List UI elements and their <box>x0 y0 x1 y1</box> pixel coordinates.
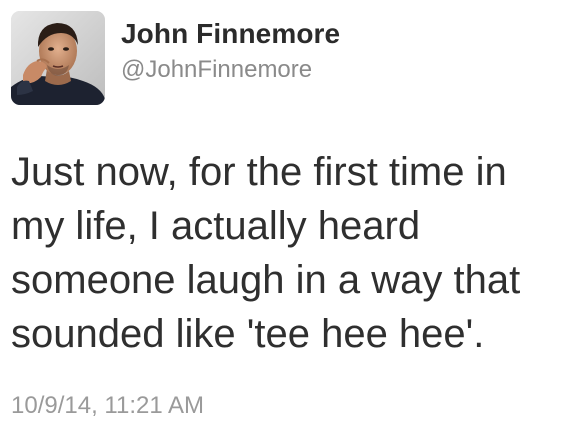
tweet-timestamp[interactable]: 10/9/14, 11:21 AM <box>11 392 204 420</box>
profile-photo-icon <box>11 11 105 105</box>
display-name[interactable]: John Finnemore <box>121 18 340 50</box>
tweet-card: John Finnemore @JohnFinnemore Just now, … <box>0 0 586 431</box>
tweet-header: John Finnemore @JohnFinnemore <box>11 11 571 106</box>
avatar[interactable] <box>11 11 105 105</box>
user-handle[interactable]: @JohnFinnemore <box>121 56 312 84</box>
tweet-text: Just now, for the first time in my life,… <box>11 150 521 356</box>
